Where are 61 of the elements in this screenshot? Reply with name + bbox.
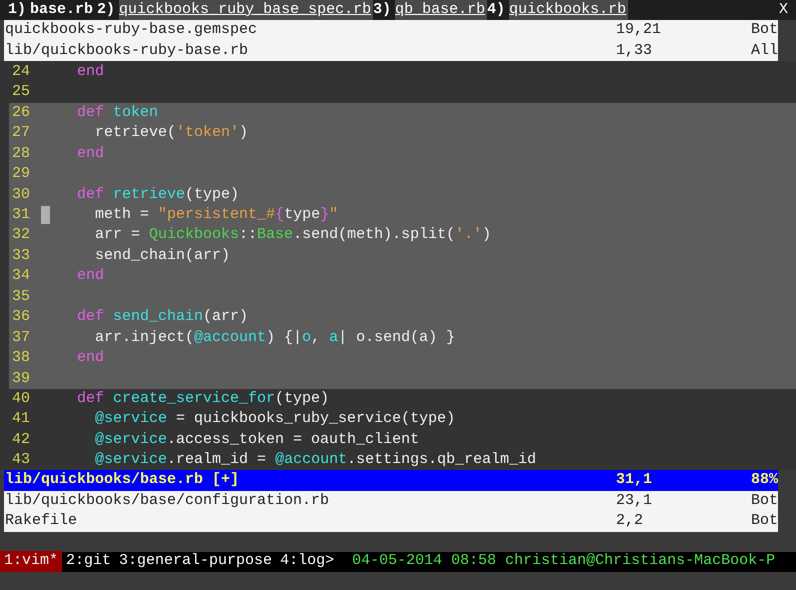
- code-line: @service.realm_id = @account.settings.qb_realm_id: [94, 450, 536, 470]
- code-line: def retrieve(type): [76, 184, 240, 205]
- code-line: end: [76, 62, 104, 82]
- code-line: send_chain(arr): [94, 246, 230, 266]
- line-number: 35: [11, 286, 32, 307]
- code-line: end: [76, 266, 104, 286]
- code-line: arr.inject(@account) {|o, a| o.send(a) }: [94, 328, 456, 348]
- file-path: lib/quickbooks/base.rb [+]: [5, 470, 240, 490]
- line-number: 32: [11, 225, 32, 246]
- line-number: 26: [11, 102, 32, 123]
- line-number: 37: [11, 328, 32, 348]
- line-number: 29: [11, 164, 32, 184]
- tab[interactable]: 2) quickbooks_ruby_base_spec.rb: [97, 0, 374, 20]
- code-line: meth = "persistent_#{type}": [94, 205, 338, 226]
- cursor-position: 19,21: [616, 20, 662, 40]
- line-number: 25: [11, 82, 32, 102]
- tmux-window-tab[interactable]: 2:git: [62, 551, 116, 572]
- cursor-position: 2,2: [616, 511, 644, 531]
- line-number: 30: [11, 184, 32, 205]
- line-number: 27: [11, 123, 32, 144]
- file-path: Rakefile: [5, 511, 78, 531]
- code-line: def send_chain(arr): [76, 307, 248, 328]
- line-number: 31: [11, 205, 32, 226]
- code-line: @service = quickbooks_ruby_service(type): [94, 409, 456, 430]
- line-number: 40: [11, 388, 32, 409]
- tab[interactable]: 4) quickbooks.rb: [487, 0, 628, 20]
- code-line: end: [76, 348, 104, 368]
- line-number: 28: [11, 144, 32, 164]
- line-number: 42: [11, 430, 32, 450]
- file-path: lib/quickbooks/base/configuration.rb: [5, 490, 330, 510]
- cursor-position: 31,1: [616, 470, 654, 490]
- line-number: 39: [11, 368, 32, 389]
- code-line: retrieve('token'): [94, 123, 248, 144]
- code-line: def token: [76, 102, 158, 123]
- code-line: end: [76, 144, 104, 164]
- scroll-position: All: [751, 40, 778, 60]
- line-number: 24: [11, 62, 32, 82]
- line-number: 41: [11, 409, 32, 430]
- tab[interactable]: 3) qb_base.rb: [373, 0, 488, 20]
- cursor-position: 23,1: [616, 490, 654, 510]
- line-number: 43: [11, 450, 32, 470]
- host-name: christian@Christians-MacBook-P: [505, 551, 776, 572]
- scroll-position: Bot: [751, 511, 778, 531]
- scroll-position: Bot: [751, 490, 778, 510]
- close-tab-button[interactable]: X: [778, 0, 796, 20]
- file-path: quickbooks-ruby-base.gemspec: [5, 20, 258, 40]
- code-line: @service.access_token = oauth_client: [94, 430, 420, 450]
- file-path: lib/quickbooks-ruby-base.rb: [5, 40, 250, 60]
- line-number: 38: [11, 348, 32, 368]
- tmux-window-tab[interactable]: 3:general-purpose: [115, 551, 276, 572]
- tmux-window-tab[interactable]: 4:log>: [276, 551, 338, 572]
- line-number: 33: [11, 246, 32, 266]
- tmux-window-tab[interactable]: 1:vim*: [0, 551, 62, 572]
- date-time: 04-05-2014 08:58: [351, 551, 498, 572]
- line-number: 34: [11, 266, 32, 286]
- code-line: def create_service_for(type): [76, 388, 330, 409]
- line-number: 36: [11, 307, 32, 328]
- scroll-position: 88%: [751, 470, 778, 490]
- scroll-position: Bot: [751, 20, 778, 40]
- cursor-position: 1,33: [616, 40, 654, 60]
- code-line: arr = Quickbooks::Base.send(meth).split('.'): [94, 225, 492, 246]
